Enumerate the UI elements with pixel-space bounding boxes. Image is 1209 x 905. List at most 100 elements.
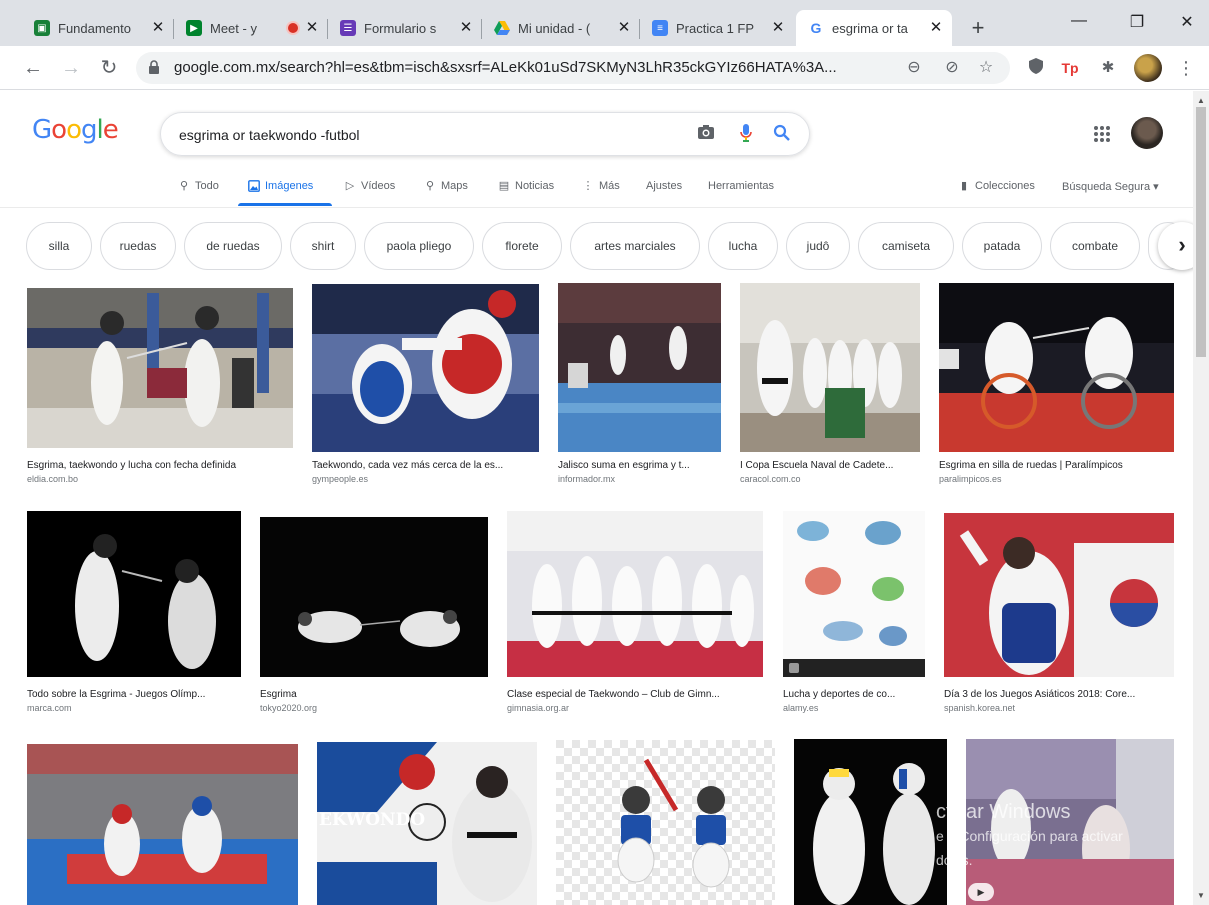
tab-maps[interactable]: ⚲ Maps	[424, 180, 468, 192]
tab-noticias[interactable]: ▤ Noticias	[498, 180, 554, 192]
result-thumbnail[interactable]	[783, 511, 925, 677]
chip-camiseta[interactable]: camiseta	[858, 222, 954, 270]
result-title[interactable]: Clase especial de Taekwondo – Club de Gi…	[507, 689, 763, 700]
result-source[interactable]: gimnasia.org.ar	[507, 703, 763, 713]
image-result[interactable]	[794, 739, 947, 905]
account-avatar[interactable]	[1131, 117, 1163, 149]
result-thumbnail[interactable]	[312, 284, 539, 452]
result-thumbnail[interactable]	[740, 283, 920, 452]
result-title[interactable]: Esgrima en silla de ruedas | Paralímpico…	[939, 460, 1174, 471]
collections-link[interactable]: ▮ Colecciones	[958, 180, 1035, 192]
image-result[interactable]: Taekwondo, cada vez más cerca de la es..…	[312, 284, 539, 484]
close-tab-icon[interactable]: ✕	[304, 20, 320, 36]
tab-todo[interactable]: ⚲ Todo	[178, 180, 219, 192]
tp-extension-icon[interactable]: Tp	[1060, 58, 1080, 78]
google-logo[interactable]: Google	[32, 115, 119, 145]
scroll-up-arrow-icon[interactable]: ▲	[1196, 96, 1206, 106]
result-thumbnail[interactable]	[27, 288, 293, 448]
result-title[interactable]: Lucha y deportes de co...	[783, 689, 925, 700]
tracking-blocked-icon[interactable]: ⊘	[942, 58, 962, 78]
minimize-window-icon[interactable]: —	[1068, 12, 1090, 34]
tab-mas[interactable]: ⋮ Más	[582, 180, 620, 192]
scroll-down-arrow-icon[interactable]: ▼	[1196, 891, 1206, 901]
tab-imagenes[interactable]: Imágenes	[248, 180, 313, 192]
chip-patada[interactable]: patada	[962, 222, 1042, 270]
image-result[interactable]: Esgrima en silla de ruedas | Paralímpico…	[939, 283, 1174, 484]
forward-arrow-icon[interactable]: →	[60, 57, 82, 79]
chip-paola-pliego[interactable]: paola pliego	[364, 222, 474, 270]
image-result[interactable]	[556, 740, 775, 905]
result-source[interactable]: paralimpicos.es	[939, 474, 1174, 484]
close-tab-icon[interactable]: ✕	[770, 20, 786, 36]
safe-search-dropdown[interactable]: Búsqueda Segura ▾	[1062, 180, 1159, 193]
result-title[interactable]: Esgrima, taekwondo y lucha con fecha def…	[27, 460, 293, 471]
chip-silla[interactable]: silla	[26, 222, 92, 270]
result-source[interactable]: alamy.es	[783, 703, 925, 713]
address-bar[interactable]: google.com.mx/search?hl=es&tbm=isch&sxsr…	[136, 52, 1010, 84]
search-query-text[interactable]: esgrima or taekwondo -futbol	[179, 127, 360, 143]
browser-tab-docs[interactable]: ≡ Practica 1 FP ✕	[640, 10, 794, 46]
chip-ruedas[interactable]: ruedas	[100, 222, 176, 270]
browser-tab-meet[interactable]: ▶ Meet - y ✕	[174, 10, 328, 46]
image-result[interactable]: EKWONDO	[317, 742, 537, 905]
scrollbar-thumb[interactable]	[1196, 107, 1206, 357]
close-tab-icon[interactable]: ✕	[928, 20, 944, 36]
result-thumbnail[interactable]	[260, 517, 488, 677]
image-result[interactable]: Clase especial de Taekwondo – Club de Gi…	[507, 511, 763, 718]
zoom-icon[interactable]: ⊖	[904, 58, 924, 78]
image-result[interactable]: I Copa Escuela Naval de Cadete... caraco…	[740, 283, 920, 484]
result-source[interactable]: spanish.korea.net	[944, 703, 1174, 713]
tab-ajustes[interactable]: Ajustes	[646, 180, 682, 192]
back-arrow-icon[interactable]: ←	[22, 57, 44, 79]
result-thumbnail[interactable]	[944, 513, 1174, 677]
shield-extension-icon[interactable]	[1026, 58, 1046, 78]
browser-menu-icon[interactable]: ⋮	[1176, 58, 1196, 78]
chip-shirt[interactable]: shirt	[290, 222, 356, 270]
video-play-icon[interactable]: ▶	[968, 883, 994, 901]
tab-videos[interactable]: ▷ Vídeos	[344, 180, 395, 192]
chip-judo[interactable]: judô	[786, 222, 850, 270]
result-source[interactable]: marca.com	[27, 703, 241, 713]
browser-tab-drive[interactable]: Mi unidad - ( ✕	[482, 10, 640, 46]
result-title[interactable]: Jalisco suma en esgrima y t...	[558, 460, 721, 471]
chip-florete[interactable]: florete	[482, 222, 562, 270]
new-tab-button[interactable]: +	[966, 17, 990, 41]
result-thumbnail[interactable]	[27, 511, 241, 677]
puzzle-extensions-icon[interactable]: ✱	[1098, 58, 1118, 78]
profile-avatar-icon[interactable]	[1134, 54, 1162, 82]
result-thumbnail[interactable]	[507, 511, 763, 677]
result-title[interactable]: I Copa Escuela Naval de Cadete...	[740, 460, 920, 471]
close-window-icon[interactable]: ✕	[1176, 12, 1198, 34]
chip-lucha[interactable]: lucha	[708, 222, 778, 270]
close-tab-icon[interactable]: ✕	[458, 20, 474, 36]
result-thumbnail[interactable]	[558, 283, 721, 452]
result-thumbnail[interactable]	[27, 744, 298, 905]
search-icon[interactable]	[771, 124, 793, 146]
image-result[interactable]	[27, 744, 298, 905]
image-result[interactable]: Esgrima tokyo2020.org	[260, 517, 488, 718]
result-source[interactable]: caracol.com.co	[740, 474, 920, 484]
image-result[interactable]: Todo sobre la Esgrima - Juegos Olímp... …	[27, 511, 241, 718]
microphone-icon[interactable]	[735, 124, 757, 146]
result-source[interactable]: gympeople.es	[312, 474, 539, 484]
result-title[interactable]: Taekwondo, cada vez más cerca de la es..…	[312, 460, 539, 471]
image-result[interactable]: Lucha y deportes de co... alamy.es	[783, 511, 925, 718]
restore-window-icon[interactable]: ❐	[1126, 12, 1148, 34]
result-thumbnail[interactable]	[939, 283, 1174, 452]
bookmark-star-icon[interactable]: ☆	[976, 58, 996, 78]
chip-combate[interactable]: combate	[1050, 222, 1140, 270]
image-result[interactable]: Jalisco suma en esgrima y t... informado…	[558, 283, 721, 484]
camera-search-icon[interactable]	[695, 124, 717, 146]
browser-tab-fundamentos[interactable]: ▣ Fundamento ✕	[22, 10, 174, 46]
close-tab-icon[interactable]: ✕	[616, 20, 632, 36]
google-apps-icon[interactable]	[1092, 124, 1112, 144]
browser-tab-google-search[interactable]: G esgrima or ta ✕	[796, 10, 952, 46]
result-source[interactable]: tokyo2020.org	[260, 703, 488, 713]
search-box[interactable]: esgrima or taekwondo -futbol	[160, 112, 810, 156]
result-title[interactable]: Día 3 de los Juegos Asiáticos 2018: Core…	[944, 689, 1174, 700]
result-thumbnail[interactable]	[794, 739, 947, 905]
image-result[interactable]: Día 3 de los Juegos Asiáticos 2018: Core…	[944, 513, 1174, 718]
image-result[interactable]: Esgrima, taekwondo y lucha con fecha def…	[27, 288, 293, 484]
result-title[interactable]: Esgrima	[260, 689, 488, 700]
reload-icon[interactable]: ↻	[98, 57, 120, 79]
